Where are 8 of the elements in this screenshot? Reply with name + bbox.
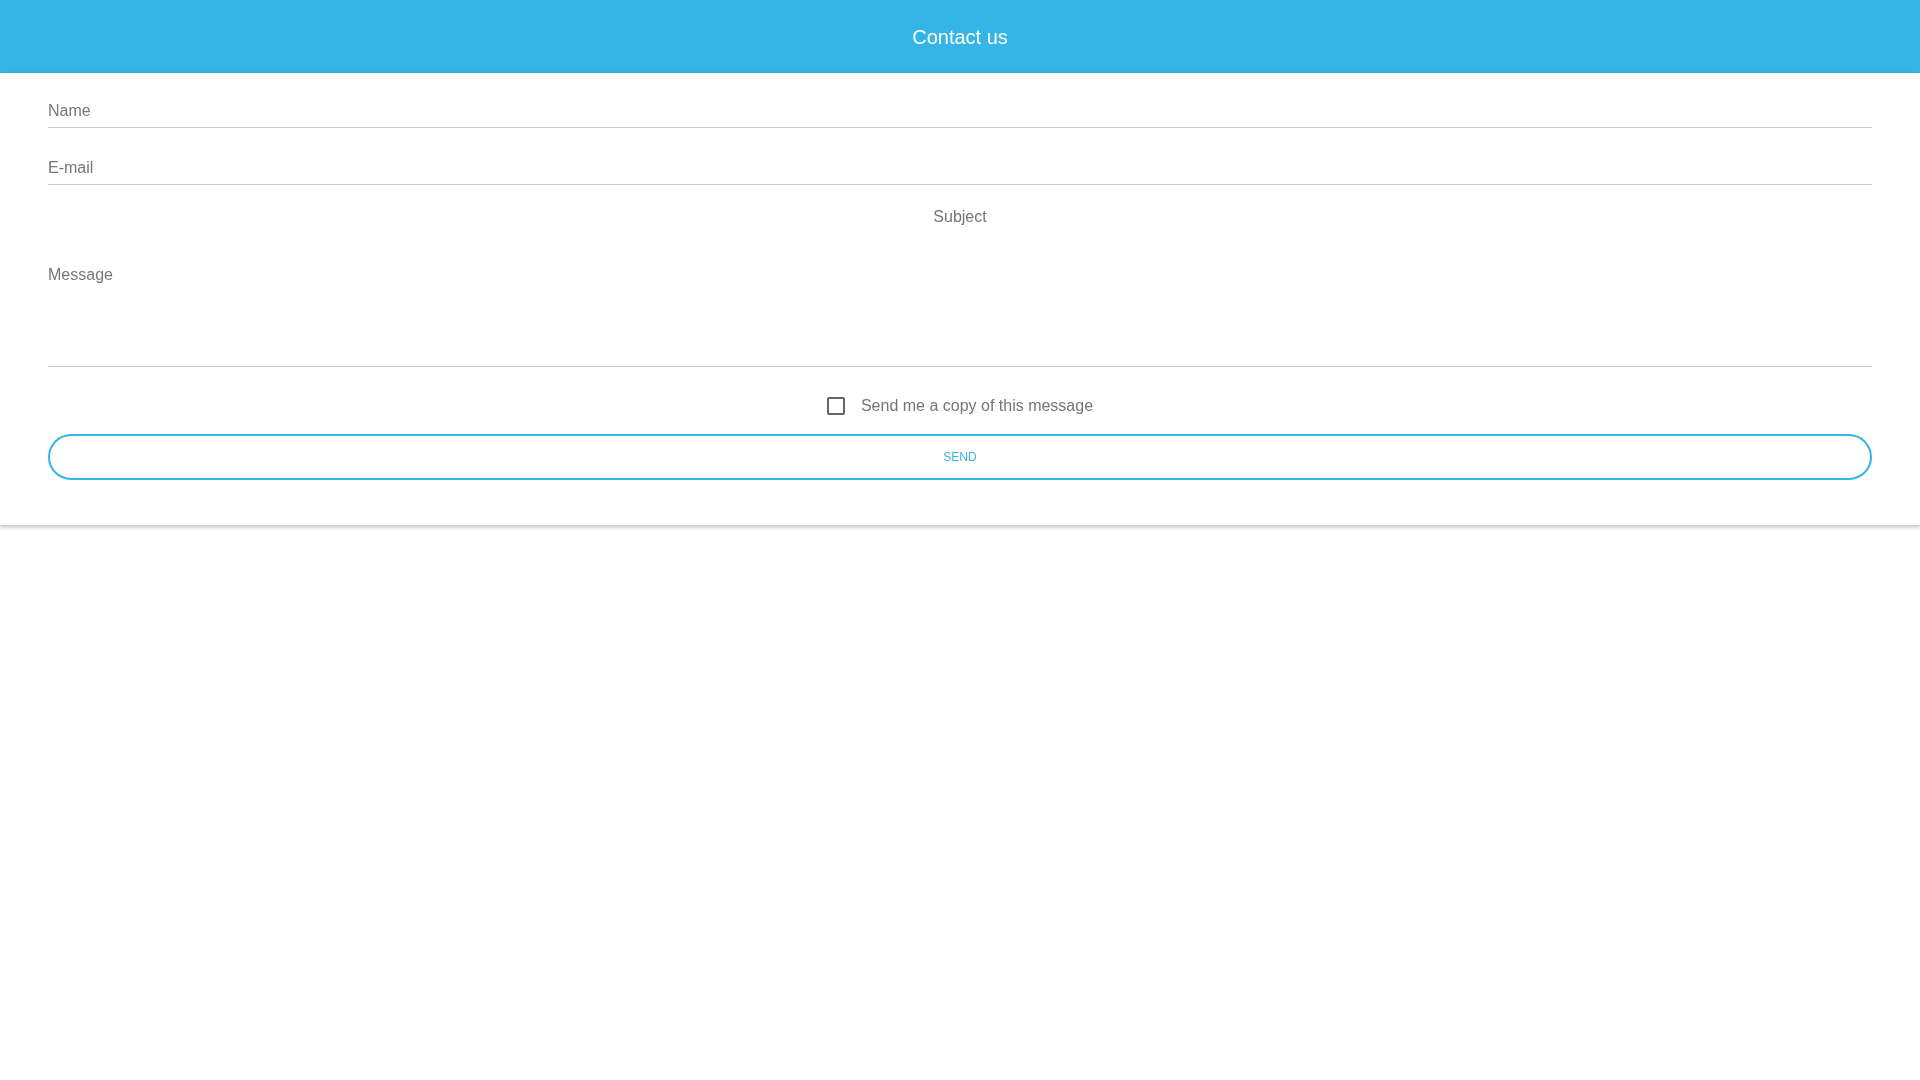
message-field[interactable]: Message — [48, 259, 1872, 367]
copy-checkbox[interactable] — [826, 397, 845, 415]
email-field[interactable]: E-mail — [48, 152, 1872, 185]
name-field[interactable]: Name — [48, 95, 1872, 128]
page-title: Contact us — [912, 24, 1008, 49]
subject-label: Subject — [932, 207, 988, 227]
copy-label: Send me a copy of this message — [860, 396, 1094, 416]
send-button[interactable]: SEND — [48, 434, 1872, 480]
